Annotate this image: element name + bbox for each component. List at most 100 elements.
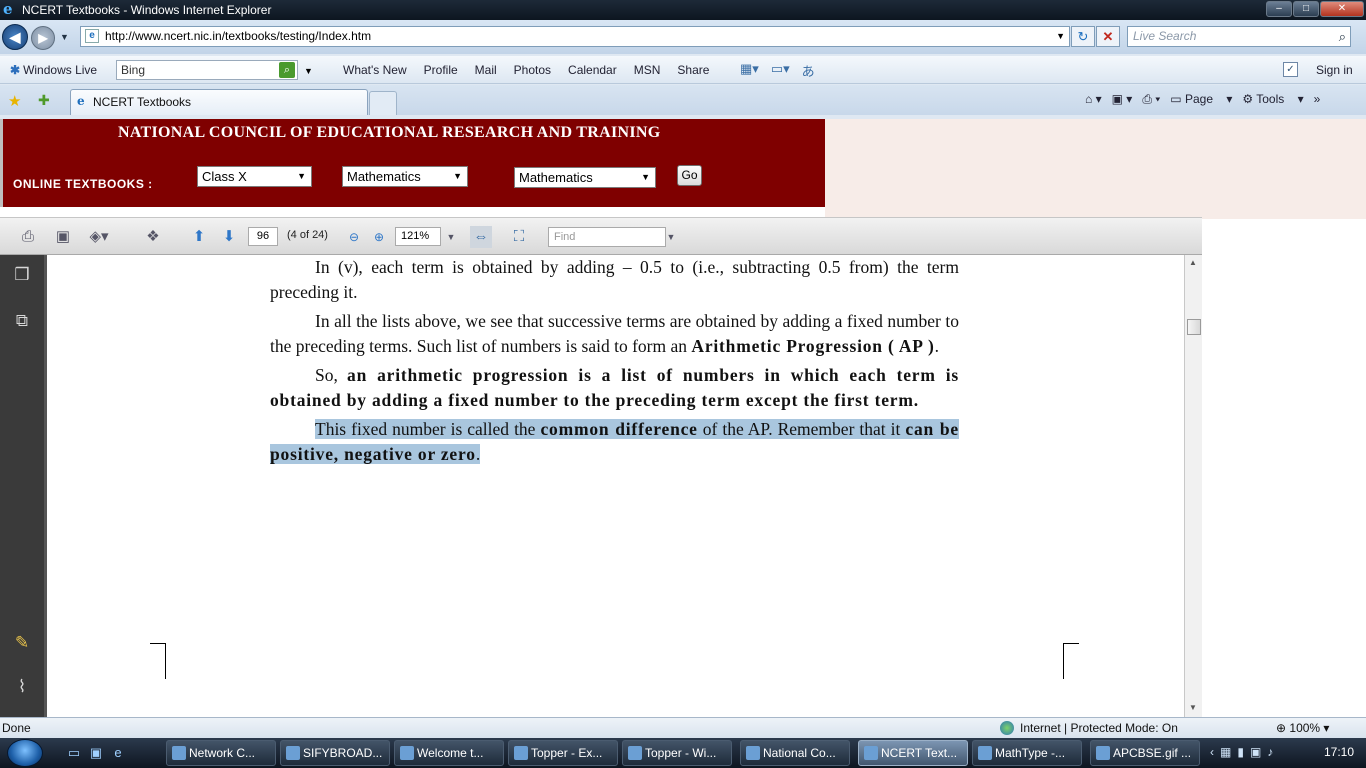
subject-select[interactable]: Mathematics ▼ xyxy=(342,166,468,187)
sign-in-link[interactable]: Sign in xyxy=(1316,63,1353,77)
tray-expand-icon[interactable]: ‹ xyxy=(1210,745,1214,759)
add-favorites-icon[interactable]: ✚ xyxy=(38,92,50,109)
switch-windows-icon[interactable]: ▣ xyxy=(88,745,104,761)
page-icon: e xyxy=(85,29,99,43)
window-icon[interactable]: ▭▾ xyxy=(771,61,790,80)
page-number-input[interactable]: 96 xyxy=(248,227,278,246)
pages-icon[interactable]: ❒ xyxy=(10,263,34,287)
mathtype-icon xyxy=(978,746,992,760)
print-icon[interactable]: ⎙ xyxy=(17,226,39,248)
address-dropdown-icon[interactable]: ▼ xyxy=(1056,27,1065,46)
new-tab-button[interactable] xyxy=(369,91,397,115)
tools-menu[interactable]: ⚙ Tools ▾ xyxy=(1242,92,1303,107)
feeds-icon[interactable]: ▣ ▾ xyxy=(1112,92,1133,107)
back-button[interactable]: ◀ xyxy=(2,24,28,50)
find-dropdown-icon[interactable]: ▼ xyxy=(660,226,682,248)
fit-width-icon[interactable]: ⇔ xyxy=(470,226,492,248)
comments-panel-icon[interactable]: ✎ xyxy=(10,631,34,655)
bing-dropdown-icon[interactable]: ▼ xyxy=(304,66,313,76)
share-icon[interactable]: ◈▾ xyxy=(88,226,110,248)
scroll-up-icon[interactable]: ▲ xyxy=(1189,258,1197,267)
minimize-button[interactable]: ‒ xyxy=(1266,1,1292,17)
live-link-share[interactable]: Share xyxy=(677,63,709,77)
live-search-input[interactable]: Live Search ⌕ xyxy=(1127,26,1351,47)
task-sifybroad[interactable]: SIFYBROAD... xyxy=(280,740,390,766)
tray-app-icon[interactable]: ▦ xyxy=(1220,745,1231,759)
scroll-down-icon[interactable]: ▼ xyxy=(1189,703,1197,712)
task-ncert-text[interactable]: NCERT Text... xyxy=(858,740,968,766)
bing-search-input[interactable]: Bing ⌕ xyxy=(116,60,298,80)
chevron-right-icon[interactable]: » xyxy=(1314,92,1321,107)
paragraph-2: In all the lists above, we see that succ… xyxy=(270,311,959,356)
translate-icon[interactable]: あ xyxy=(802,61,815,80)
zoom-out-icon[interactable]: ⊖ xyxy=(343,226,365,248)
live-link-whats-new[interactable]: What's New xyxy=(343,63,407,77)
zoom-level[interactable]: ⊕ 100% ▾ xyxy=(1276,718,1329,738)
windows-live-brand[interactable]: ✱ Windows Live xyxy=(10,63,97,77)
zoom-input[interactable]: 121% xyxy=(395,227,441,246)
class-select[interactable]: Class X ▼ xyxy=(197,166,312,187)
search-icon[interactable]: ⌕ xyxy=(1339,27,1346,46)
pdf-scrollbar[interactable]: ▲ ▼ xyxy=(1184,255,1202,717)
stop-button[interactable]: ✕ xyxy=(1096,26,1120,47)
bookmarks-icon[interactable]: ⧉ xyxy=(10,309,34,333)
volume-icon[interactable]: ♪ xyxy=(1267,745,1273,759)
live-link-calendar[interactable]: Calendar xyxy=(568,63,617,77)
maximize-button[interactable]: □ xyxy=(1293,1,1319,17)
task-topper-wi[interactable]: Topper - Wi... xyxy=(622,740,732,766)
task-mathtype[interactable]: MathType -... xyxy=(972,740,1082,766)
live-link-profile[interactable]: Profile xyxy=(424,63,458,77)
live-links: What's New Profile Mail Photos Calendar … xyxy=(343,63,726,77)
recent-pages-dropdown[interactable]: ▼ xyxy=(60,32,69,42)
tray-signal-icon[interactable]: ▮ xyxy=(1237,745,1244,759)
pdf-toolbar: ⎙ ▣ ◈▾ ❖ ⬆ ⬇ 96 (4 of 24) ⊖ ⊕ 121% ▼ ⇔ ⛶… xyxy=(0,217,1202,255)
home-icon[interactable]: ⌂ ▾ xyxy=(1085,92,1102,107)
page-menu[interactable]: ▭ Page ▾ xyxy=(1170,92,1232,107)
security-zone[interactable]: Internet | Protected Mode: On xyxy=(1000,718,1178,738)
refresh-button[interactable]: ↻ xyxy=(1071,26,1095,47)
tray-network-icon[interactable]: ▣ xyxy=(1250,745,1261,759)
live-link-mail[interactable]: Mail xyxy=(475,63,497,77)
signin-checkbox-icon[interactable]: ✓ xyxy=(1283,62,1298,77)
live-link-msn[interactable]: MSN xyxy=(634,63,661,77)
attachments-icon[interactable]: ⌇ xyxy=(10,675,34,699)
address-field[interactable]: e http://www.ncert.nic.in/textbooks/test… xyxy=(80,26,1070,47)
favorites-star-icon[interactable]: ★ xyxy=(8,92,21,110)
start-button[interactable] xyxy=(7,739,43,767)
next-page-icon[interactable]: ⬇ xyxy=(218,226,240,248)
save-icon[interactable]: ▣ xyxy=(52,226,74,248)
image-icon xyxy=(1096,746,1110,760)
task-apcbse[interactable]: APCBSE.gif ... xyxy=(1090,740,1200,766)
scroll-thumb[interactable] xyxy=(1187,319,1201,335)
ie-quicklaunch-icon[interactable]: e xyxy=(110,745,126,761)
tab-label: NCERT Textbooks xyxy=(93,95,192,109)
live-link-photos[interactable]: Photos xyxy=(514,63,551,77)
zoom-dropdown-icon[interactable]: ▼ xyxy=(440,226,462,248)
task-welcome[interactable]: Welcome t... xyxy=(394,740,504,766)
bing-go-icon[interactable]: ⌕ xyxy=(279,62,295,78)
task-network[interactable]: Network C... xyxy=(166,740,276,766)
status-bar: Done Internet | Protected Mode: On ⊕ 100… xyxy=(0,717,1366,738)
url-text: http://www.ncert.nic.in/textbooks/testin… xyxy=(105,29,372,43)
go-button[interactable]: Go xyxy=(677,165,702,186)
comments-icon[interactable]: ❖ xyxy=(142,226,164,248)
app-icon xyxy=(286,746,300,760)
task-topper-ex[interactable]: Topper - Ex... xyxy=(508,740,618,766)
forward-button[interactable]: ▶ xyxy=(31,26,55,50)
chart-icon[interactable]: ▦▾ xyxy=(740,61,759,80)
ie-icon xyxy=(514,746,528,760)
tab-bar: ★ ✚ e NCERT Textbooks ⌂ ▾ ▣ ▾ ⎙ ▾ ▭ Page… xyxy=(0,85,1366,115)
find-input[interactable]: Find xyxy=(548,227,666,247)
show-desktop-icon[interactable]: ▭ xyxy=(66,745,82,761)
ie-icon xyxy=(628,746,642,760)
book-select[interactable]: Mathematics ▼ xyxy=(514,167,656,188)
tab-ncert-textbooks[interactable]: e NCERT Textbooks xyxy=(70,89,368,115)
close-button[interactable]: ✕ xyxy=(1320,1,1364,17)
fit-page-icon[interactable]: ⛶ xyxy=(508,226,530,248)
task-national[interactable]: National Co... xyxy=(740,740,850,766)
print-icon[interactable]: ⎙ ▾ xyxy=(1142,92,1160,107)
previous-page-icon[interactable]: ⬆ xyxy=(188,226,210,248)
zoom-in-icon[interactable]: ⊕ xyxy=(368,226,390,248)
tab-ie-icon: e xyxy=(77,94,85,108)
clock[interactable]: 17:10 xyxy=(1324,745,1354,759)
